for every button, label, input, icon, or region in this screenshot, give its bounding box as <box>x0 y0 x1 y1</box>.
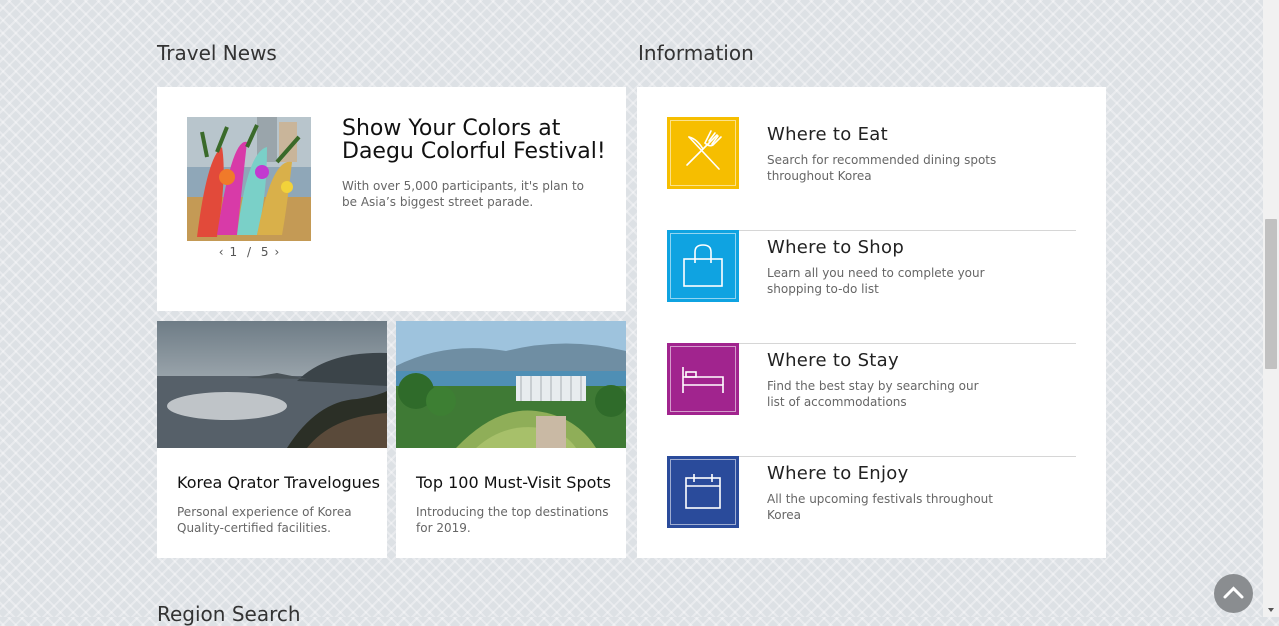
info-description: Search for recommended dining spots thro… <box>767 153 997 183</box>
card-description: Introducing the top destinations for 201… <box>416 505 609 535</box>
featured-description: With over 5,000 participants, it's plan … <box>342 179 585 209</box>
sea-view-image[interactable] <box>157 321 387 448</box>
scroll-down-arrow-icon[interactable] <box>1266 605 1276 615</box>
card-title[interactable]: Top 100 Must-Visit Spots <box>416 473 611 492</box>
info-item-eat[interactable]: Where to Eat Search for recommended dini… <box>667 117 1076 231</box>
pager-separator: / <box>246 245 252 259</box>
card-title[interactable]: Korea Qrator Travelogues <box>177 473 380 492</box>
info-description: All the upcoming festivals throughout Ko… <box>767 492 993 522</box>
scroll-to-top-button[interactable] <box>1214 574 1253 613</box>
next-slide-button[interactable]: › <box>274 245 279 259</box>
info-item-shop[interactable]: Where to Shop Learn all you need to comp… <box>667 230 1076 344</box>
shopping-bag-icon[interactable] <box>667 230 739 302</box>
card-travelogues[interactable]: Korea Qrator Travelogues Personal experi… <box>157 321 387 558</box>
total-slides: 5 <box>260 245 269 259</box>
bed-icon[interactable] <box>667 343 739 415</box>
chevron-up-icon <box>1223 586 1244 599</box>
info-title[interactable]: Where to Enjoy <box>767 463 909 484</box>
info-title[interactable]: Where to Eat <box>767 124 888 145</box>
info-description: Learn all you need to complete your shop… <box>767 266 985 296</box>
info-item-stay[interactable]: Where to Stay Find the best stay by sear… <box>667 343 1076 457</box>
info-title[interactable]: Where to Stay <box>767 350 899 371</box>
info-item-enjoy[interactable]: Where to Enjoy All the upcoming festival… <box>667 456 1076 569</box>
page-scrollbar[interactable] <box>1263 0 1279 617</box>
featured-title[interactable]: Show Your Colors at Daegu Colorful Festi… <box>342 117 612 163</box>
card-top100[interactable]: Top 100 Must-Visit Spots Introducing the… <box>396 321 626 558</box>
garden-image[interactable] <box>396 321 626 448</box>
featured-news[interactable]: ‹ 1 / 5 › Show Your Colors at Daegu Colorf… <box>157 87 626 311</box>
current-slide: 1 <box>229 245 238 259</box>
info-description: Find the best stay by searching our list… <box>767 379 979 409</box>
card-description: Personal experience of Korea Quality-cer… <box>177 505 352 535</box>
fork-knife-icon[interactable] <box>667 117 739 189</box>
information-panel: Where to Eat Search for recommended dini… <box>637 87 1106 558</box>
prev-slide-button[interactable]: ‹ <box>219 245 224 259</box>
info-title[interactable]: Where to Shop <box>767 237 904 258</box>
calendar-icon[interactable] <box>667 456 739 528</box>
scrollbar-thumb[interactable] <box>1265 219 1277 369</box>
travel-news-title: Travel News <box>157 41 277 65</box>
slide-pager: ‹ 1 / 5 › <box>187 245 311 259</box>
region-search-title: Region Search <box>157 602 301 626</box>
information-title: Information <box>638 41 754 65</box>
festival-image[interactable] <box>187 117 311 241</box>
